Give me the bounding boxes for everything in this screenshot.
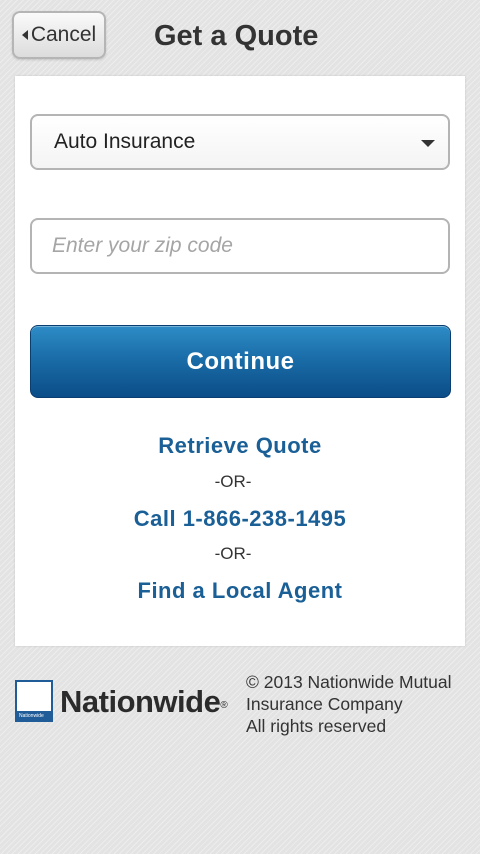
nationwide-logo: Nationwide Nationwide® — [15, 680, 228, 724]
chevron-down-icon — [421, 140, 435, 147]
cancel-button[interactable]: Cancel — [12, 11, 106, 59]
or-separator: -OR- — [214, 544, 252, 563]
registered-mark: ® — [220, 700, 228, 711]
nationwide-logo-mark: Nationwide — [15, 680, 53, 722]
nationwide-wordmark: Nationwide® — [60, 683, 228, 721]
quote-card: Auto Insurance Continue Retrieve Quote -… — [15, 76, 465, 646]
zip-code-input[interactable] — [30, 218, 450, 274]
or-separator: -OR- — [214, 472, 252, 491]
find-local-agent-link[interactable]: Find a Local Agent — [15, 578, 465, 604]
copyright-text: © 2013 Nationwide Mutual Insurance Compa… — [246, 671, 476, 737]
copyright-line-2: Insurance Company — [246, 694, 403, 714]
copyright-line-1: © 2013 Nationwide Mutual — [246, 672, 452, 692]
continue-button[interactable]: Continue — [30, 325, 451, 398]
cancel-label: Cancel — [30, 23, 97, 46]
call-phone-link[interactable]: Call 1-866-238-1495 — [15, 506, 465, 532]
insurance-type-value: Auto Insurance — [54, 130, 196, 153]
logo-mark-text: Nationwide — [19, 713, 44, 719]
header: Cancel Get a Quote — [0, 0, 480, 72]
back-arrow-icon — [21, 30, 28, 40]
insurance-type-select[interactable]: Auto Insurance — [30, 114, 450, 170]
copyright-line-3: All rights reserved — [246, 716, 387, 736]
page-title: Get a Quote — [154, 20, 319, 52]
retrieve-quote-link[interactable]: Retrieve Quote — [15, 433, 465, 459]
wordmark-text: Nationwide — [60, 684, 221, 719]
